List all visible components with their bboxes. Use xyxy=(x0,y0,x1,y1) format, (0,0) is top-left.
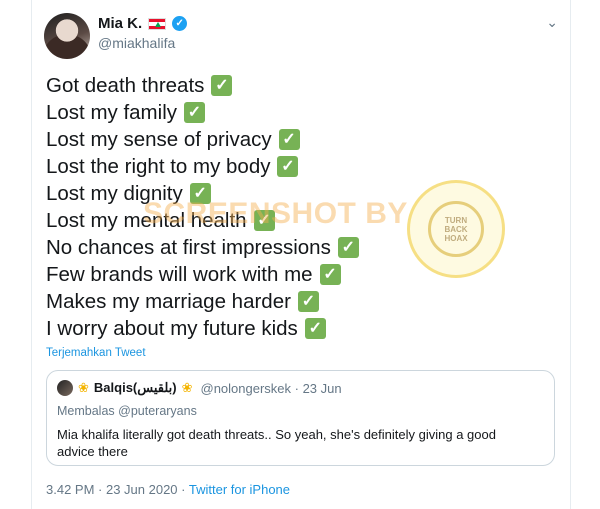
tweet-source-link[interactable]: Twitter for iPhone xyxy=(189,482,290,497)
watermark-text: SCREENSHOT BY xyxy=(143,197,408,230)
check-mark-icon: ✓ xyxy=(278,129,300,150)
tweet-line: Got death threats ✓ xyxy=(46,72,359,99)
seal-line: HOAX xyxy=(444,233,468,243)
tweet-line: Few brands will work with me ✓ xyxy=(46,261,359,288)
check-mark-icon: ✓ xyxy=(211,75,233,96)
tweet-line-text: Few brands will work with me xyxy=(46,263,313,286)
author-name[interactable]: Mia K. xyxy=(98,15,142,32)
author-name-row: Mia K. ✓ xyxy=(98,15,188,32)
check-mark-icon: ✓ xyxy=(304,318,326,339)
tweet-line-text: Lost my sense of privacy xyxy=(46,128,272,151)
check-mark-icon: ✓ xyxy=(184,102,205,123)
verified-badge-icon: ✓ xyxy=(172,16,188,31)
seal-line: TURN xyxy=(444,215,468,225)
quoted-tweet-header: ❀ Balqis(بلقيس) ❀ @nolongerskek · 23 Jun xyxy=(57,380,342,396)
tweet-line-text: No chances at first impressions xyxy=(46,236,331,259)
tweet-line: Lost my sense of privacy ✓ xyxy=(46,126,359,153)
sunflower-icon: ❀ xyxy=(181,380,193,395)
tweet-line: Lost the right to my body ✓ xyxy=(46,153,359,180)
quoted-tweet[interactable]: ❀ Balqis(بلقيس) ❀ @nolongerskek · 23 Jun… xyxy=(46,370,555,466)
quoted-reply-to: Membalas @puteraryans xyxy=(57,404,197,418)
seal-line: BACK xyxy=(444,224,468,234)
tweet-line: Lost my family ✓ xyxy=(46,99,359,126)
check-mark-icon: ✓ xyxy=(297,291,319,312)
quoted-author-name: Balqis(بلقيس) xyxy=(93,380,177,395)
quoted-author-avatar xyxy=(57,380,73,396)
seal-center: TURN BACK HOAX xyxy=(428,201,484,257)
tweet-line-text: Lost the right to my body xyxy=(46,155,271,178)
tweet-timestamp[interactable]: 3.42 PM · 23 Jun 2020 · xyxy=(46,482,189,497)
check-mark-icon: ✓ xyxy=(277,156,299,177)
tweet-line-text: Lost my family xyxy=(46,101,177,124)
tweet-footer: 3.42 PM · 23 Jun 2020 · Twitter for iPho… xyxy=(46,482,290,497)
tweet-line-text: Makes my marriage harder xyxy=(46,290,291,313)
translate-tweet-link[interactable]: Terjemahkan Tweet xyxy=(46,347,146,359)
author-handle[interactable]: @miakhalifa xyxy=(98,35,175,51)
tweet-line: No chances at first impressions ✓ xyxy=(46,234,359,261)
tweet-line-text: I worry about my future kids xyxy=(46,317,298,340)
tweet-line: Makes my marriage harder ✓ xyxy=(46,288,359,315)
quoted-author-handle-date: @nolongerskek · 23 Jun xyxy=(200,380,342,396)
quoted-tweet-text: Mia khalifa literally got death threats.… xyxy=(57,427,496,459)
mafindo-seal-logo: TURN BACK HOAX xyxy=(407,180,505,278)
check-mark-icon: ✓ xyxy=(319,264,341,285)
sunflower-icon: ❀ xyxy=(78,380,89,395)
author-avatar[interactable] xyxy=(44,13,90,59)
tweet-line-text: Got death threats xyxy=(46,74,205,97)
chevron-down-icon[interactable]: ⌄ xyxy=(546,14,558,31)
tweet-line: I worry about my future kids ✓ xyxy=(46,315,359,342)
lebanon-flag-icon xyxy=(148,17,167,30)
check-mark-icon: ✓ xyxy=(337,237,359,258)
